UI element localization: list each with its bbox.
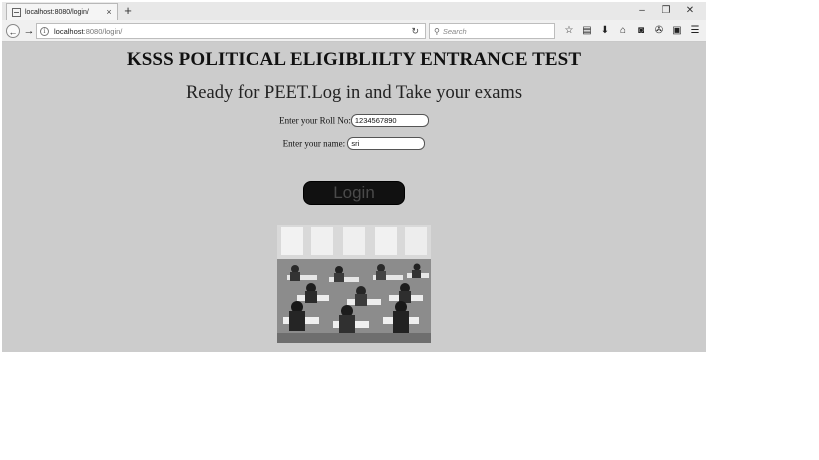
exam-hall-photo <box>277 225 431 343</box>
tab-login[interactable]: localhost:8080/login/ × <box>6 3 118 20</box>
browser-window: localhost:8080/login/ × + – ❐ ✕ ← → i lo… <box>2 2 706 352</box>
name-input[interactable] <box>347 137 426 150</box>
url-host: localhost <box>54 26 84 36</box>
tab-title: localhost:8080/login/ <box>25 8 89 16</box>
toolbar-icons: ☆ ▤ ⬇ ⌂ ◙ ✇ ▣ ☰ <box>560 24 704 38</box>
url-path: :8080/login/ <box>83 26 123 36</box>
pocket-icon[interactable]: ◙ <box>632 24 650 38</box>
minimize-button[interactable]: – <box>630 2 654 20</box>
back-button[interactable]: ← <box>6 24 20 38</box>
address-bar[interactable]: i localhost:8080/login/ ↻ <box>36 23 426 39</box>
home-icon[interactable]: ⌂ <box>614 24 632 38</box>
search-box[interactable]: ⚲ Search <box>429 23 555 39</box>
reload-icon[interactable]: ↻ <box>411 26 419 37</box>
roll-number-input[interactable] <box>350 114 429 127</box>
page-subtitle: Ready for PEET.Log in and Take your exam… <box>185 83 523 103</box>
tab-strip: localhost:8080/login/ × + – ❐ ✕ <box>2 2 706 20</box>
name-label: Enter your name: <box>282 138 346 149</box>
search-placeholder: Search <box>442 26 467 36</box>
reading-list-icon[interactable]: ▤ <box>578 24 596 38</box>
page-content: KSSS POLITICAL ELIGIBLILTY ENTRANCE TEST… <box>2 43 706 352</box>
name-row: Enter your name: <box>2 137 706 150</box>
url-text[interactable]: localhost:8080/login/ <box>54 27 411 36</box>
site-info-icon[interactable]: i <box>40 26 49 36</box>
window-controls: – ❐ ✕ <box>630 2 702 20</box>
login-button[interactable]: Login <box>303 181 405 205</box>
roll-number-label: Enter your Roll No: <box>279 115 351 126</box>
tab-close-icon[interactable]: × <box>103 7 115 17</box>
page-title: KSSS POLITICAL ELIGIBLILTY ENTRANCE TEST <box>126 49 582 70</box>
page-favicon-icon <box>12 7 21 17</box>
menu-icon[interactable]: ☰ <box>686 24 704 38</box>
bookmark-star-icon[interactable]: ☆ <box>560 24 578 38</box>
forward-button[interactable]: → <box>22 24 36 38</box>
screenshot-icon[interactable]: ▣ <box>668 24 686 38</box>
roll-number-row: Enter your Roll No: <box>2 114 706 127</box>
restore-button[interactable]: ❐ <box>654 2 678 20</box>
new-tab-button[interactable]: + <box>122 3 134 19</box>
downloads-icon[interactable]: ⬇ <box>596 24 614 38</box>
close-window-button[interactable]: ✕ <box>678 2 702 20</box>
search-icon: ⚲ <box>434 26 440 36</box>
extension-icon[interactable]: ✇ <box>650 24 668 38</box>
navigation-bar: ← → i localhost:8080/login/ ↻ ⚲ Search ☆… <box>2 20 706 42</box>
